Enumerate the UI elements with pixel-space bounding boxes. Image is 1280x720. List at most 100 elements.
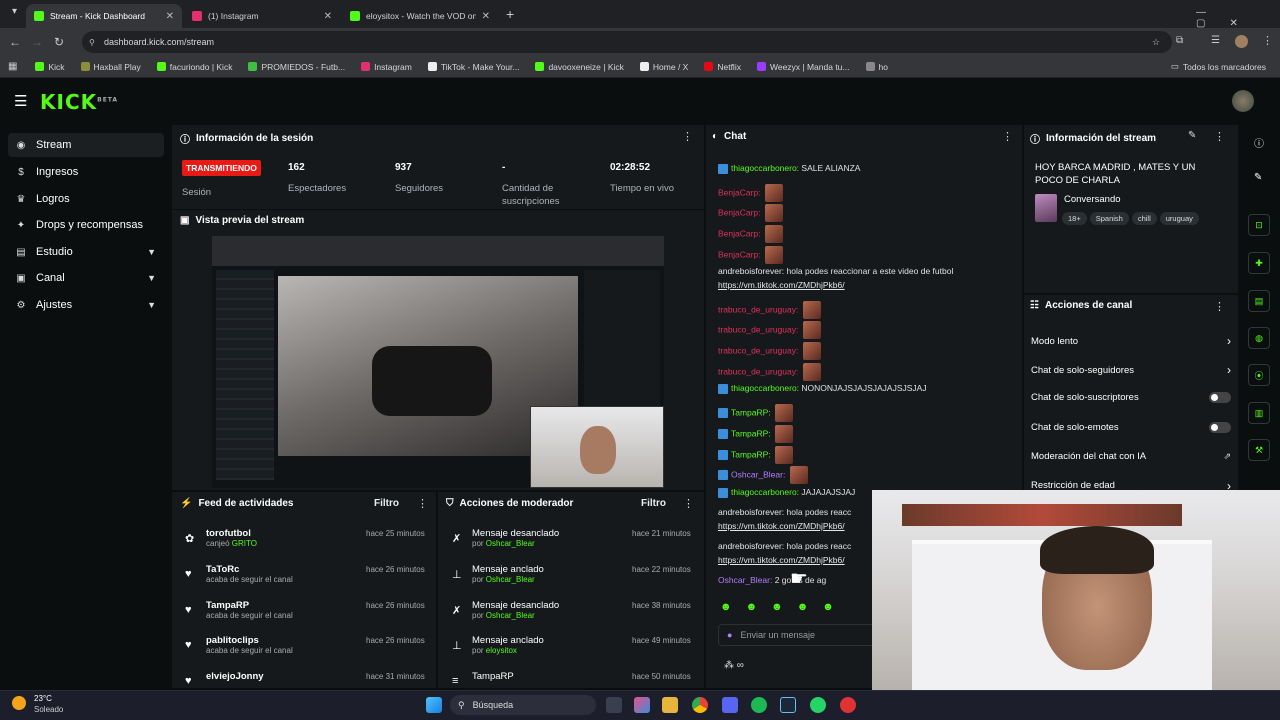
chat-message[interactable]: TampaRP:: [718, 446, 794, 464]
feed-user[interactable]: torofutbol: [206, 528, 257, 539]
category-name[interactable]: Conversando: [1064, 194, 1121, 205]
chat-message[interactable]: andreboisforever: hola podes reaccionar …: [718, 266, 953, 276]
chat-message[interactable]: trabuco_de_uruguay:: [718, 321, 821, 339]
chat-username[interactable]: andreboisforever:: [718, 541, 784, 551]
tag[interactable]: 18+: [1062, 212, 1087, 225]
tab-eloysitox-vod[interactable]: eloysitox - Watch the VOD on Ki ✕: [342, 4, 498, 28]
bookmark-x[interactable]: Home / X: [634, 62, 694, 72]
chat-link[interactable]: https://vm.tiktok.com/ZMDhjPkb6/: [718, 521, 845, 531]
chat-message[interactable]: thiagoccarbonero: JAJAJAJSJAJ: [718, 487, 855, 498]
tab-instagram[interactable]: (1) Instagram ✕: [184, 4, 340, 28]
reading-list-icon[interactable]: ☰: [1211, 35, 1220, 46]
close-tab-icon[interactable]: ✕: [482, 11, 490, 22]
channel-action-item[interactable]: Modo lento ›: [1031, 334, 1231, 348]
quick-action-icon[interactable]: ⦿: [1248, 364, 1270, 386]
bookmark-promiedos[interactable]: PROMIEDOS - Futb...: [242, 62, 351, 72]
chat-message[interactable]: thiagoccarbonero: SALE ALIANZA: [718, 163, 860, 174]
user-avatar[interactable]: [1232, 90, 1254, 112]
channel-action-item[interactable]: Chat de solo-emotes: [1031, 422, 1231, 433]
bookmark-tiktok[interactable]: TikTok - Make Your...: [422, 62, 526, 72]
tag[interactable]: chill: [1131, 212, 1157, 225]
chat-message[interactable]: BenjaCarp:: [718, 225, 783, 243]
new-tab-button[interactable]: +: [506, 6, 514, 22]
sidebar-item-estudio[interactable]: ▤ Estudio ▼: [8, 240, 164, 264]
chat-username[interactable]: TampaRP:: [731, 449, 771, 459]
chat-settings-icon[interactable]: ⁂ ∞: [724, 660, 744, 671]
whatsapp-icon[interactable]: [810, 697, 826, 713]
url-field[interactable]: ⚲ dashboard.kick.com/stream ☆: [82, 31, 1172, 53]
edit-pencil-icon[interactable]: ✎: [1188, 130, 1196, 141]
chat-username[interactable]: andreboisforever:: [718, 266, 784, 276]
chevron-down-icon[interactable]: ▼: [147, 273, 156, 283]
chat-message[interactable]: BenjaCarp:: [718, 184, 783, 202]
feed-item[interactable]: TaToRc acaba de seguir el canal: [206, 564, 293, 584]
bookmark-weezyx[interactable]: Weezyx | Manda tu...: [751, 62, 856, 72]
reload-icon[interactable]: ↻: [48, 35, 70, 49]
feed-user[interactable]: TampaRP: [206, 600, 293, 611]
bookmark-haxball[interactable]: Haxball Play: [75, 62, 147, 72]
category-thumbnail[interactable]: [1035, 194, 1057, 222]
mod-action-item[interactable]: TampaRP: [472, 671, 514, 682]
windows-start-icon[interactable]: [426, 697, 442, 713]
chat-message[interactable]: andreboisforever: hola podes reacc: [718, 541, 851, 551]
chat-message[interactable]: trabuco_de_uruguay:: [718, 342, 821, 360]
external-link-icon[interactable]: ⇗: [1223, 451, 1231, 462]
window-controls[interactable]: —▢✕: [1196, 7, 1280, 29]
chevron-right-icon[interactable]: ›: [1227, 334, 1231, 348]
sidebar-item-logros[interactable]: ♛ Logros: [8, 187, 164, 211]
chat-message[interactable]: https://vm.tiktok.com/ZMDhjPkb6/: [718, 280, 845, 290]
feed-item[interactable]: TampaRP acaba de seguir el canal: [206, 600, 293, 620]
tag[interactable]: Spanish: [1089, 212, 1129, 225]
chat-username[interactable]: trabuco_de_uruguay:: [718, 324, 798, 334]
chat-menu-icon[interactable]: ⋮: [1002, 130, 1013, 143]
chat-username[interactable]: TampaRP:: [731, 428, 771, 438]
chat-username[interactable]: trabuco_de_uruguay:: [718, 366, 798, 376]
chat-username[interactable]: BenjaCarp:: [718, 187, 761, 197]
taskbar-search[interactable]: ⚲ Búsqueda: [450, 695, 596, 715]
right-edit-icon[interactable]: ✎: [1254, 172, 1262, 183]
file-explorer-icon[interactable]: [662, 697, 678, 713]
chevron-down-icon[interactable]: ▼: [147, 247, 156, 257]
tab-kick-dashboard[interactable]: Stream - Kick Dashboard ✕: [26, 4, 182, 28]
bookmark-davooxeneize[interactable]: davooxeneize | Kick: [529, 62, 629, 72]
profile-avatar[interactable]: [1235, 35, 1248, 48]
chat-input[interactable]: ● Enviar un mensaje: [718, 624, 878, 646]
feed-menu-icon[interactable]: ⋮: [417, 497, 428, 510]
chat-username[interactable]: Oshcar_Blear:: [718, 575, 772, 585]
app-icon[interactable]: [840, 697, 856, 713]
mod-action-item[interactable]: Mensaje desanclado por Oshcar_Blear: [472, 528, 559, 548]
chat-username[interactable]: thiagoccarbonero:: [731, 383, 799, 393]
feed-item[interactable]: pablitoclips acaba de seguir el canal: [206, 635, 293, 655]
stream-preview-video[interactable]: [212, 236, 664, 488]
quick-action-icon[interactable]: ⚒: [1248, 439, 1270, 461]
chat-message[interactable]: BenjaCarp:: [718, 204, 783, 222]
mod-filter-button[interactable]: Filtro: [641, 498, 666, 509]
chat-link[interactable]: https://vm.tiktok.com/ZMDhjPkb6/: [718, 555, 845, 565]
chevron-down-icon[interactable]: ▼: [147, 300, 156, 310]
session-menu-icon[interactable]: ⋮: [682, 130, 693, 143]
chat-username[interactable]: thiagoccarbonero:: [731, 163, 799, 173]
feed-user[interactable]: pablitoclips: [206, 635, 293, 646]
steam-icon[interactable]: [780, 697, 796, 713]
extensions-icon[interactable]: ⧉: [1176, 35, 1183, 46]
site-info-icon[interactable]: ⚲: [89, 38, 95, 47]
browser-menu-icon[interactable]: ⋮: [1262, 34, 1273, 47]
hamburger-menu-icon[interactable]: ☰: [14, 92, 27, 110]
chat-username[interactable]: TampaRP:: [731, 407, 771, 417]
bookmark-facuriondo[interactable]: facuriondo | Kick: [151, 62, 239, 72]
channel-action-item[interactable]: Chat de solo-suscriptores: [1031, 392, 1231, 403]
right-info-icon[interactable]: ⓘ: [1254, 135, 1264, 150]
channel-action-item[interactable]: Moderación del chat con IA ⇗: [1031, 451, 1231, 462]
sidebar-item-drops[interactable]: ✦ Drops y recompensas: [8, 213, 164, 237]
bookmark-star-icon[interactable]: ☆: [1152, 37, 1160, 48]
quick-action-icon[interactable]: ⊡: [1248, 214, 1270, 236]
weather-desc[interactable]: Soleado: [34, 705, 63, 714]
chat-username[interactable]: Oshcar_Blear:: [731, 469, 785, 479]
quick-action-icon[interactable]: ✚: [1248, 252, 1270, 274]
feed-user[interactable]: TaToRc: [206, 564, 293, 575]
chat-message[interactable]: TampaRP:: [718, 425, 794, 443]
tab-search-icon[interactable]: ▾: [12, 6, 17, 17]
sidebar-item-ajustes[interactable]: ⚙ Ajustes ▼: [8, 293, 164, 317]
sidebar-item-ingresos[interactable]: $ Ingresos: [8, 160, 164, 184]
quick-action-icon[interactable]: ▤: [1248, 290, 1270, 312]
